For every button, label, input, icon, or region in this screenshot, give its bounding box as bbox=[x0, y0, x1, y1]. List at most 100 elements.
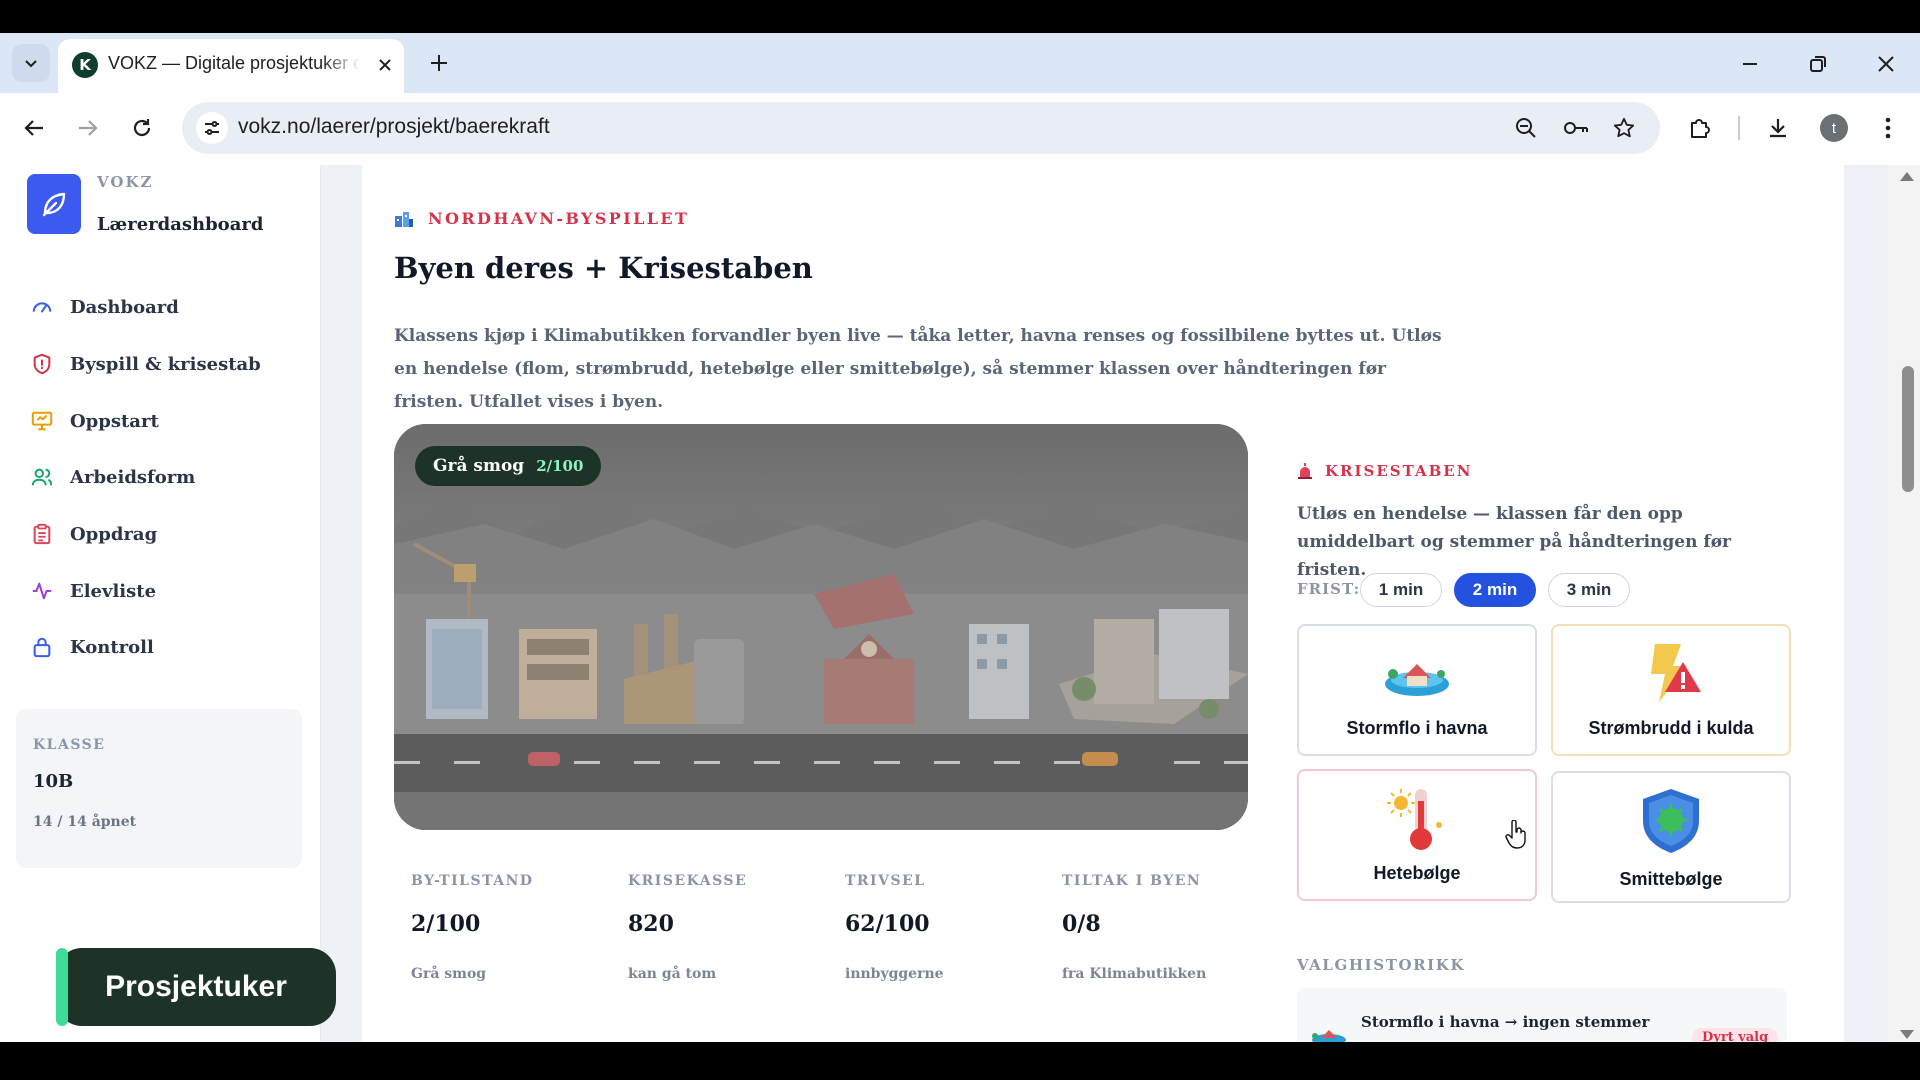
plus-icon bbox=[431, 55, 447, 71]
class-value: 10B bbox=[33, 771, 74, 792]
stat-value: 820 bbox=[628, 911, 674, 937]
sidebar-item-label: Arbeidsform bbox=[70, 466, 196, 488]
sidebar-item-label: Elevliste bbox=[70, 580, 157, 602]
restore-button[interactable] bbox=[1798, 46, 1838, 82]
close-icon bbox=[1878, 56, 1894, 72]
stat-value: 0/8 bbox=[1062, 911, 1101, 937]
event-power-outage[interactable]: Strømbrudd i kulda bbox=[1551, 624, 1791, 756]
deadline-option-2min[interactable]: 2 min bbox=[1454, 573, 1536, 607]
stat-value: 2/100 bbox=[411, 911, 481, 937]
event-label: Stormflo i havna bbox=[1346, 718, 1488, 738]
page-title: Byen deres + Krisestaben bbox=[394, 251, 813, 285]
url-text[interactable]: vokz.no/laerer/prosjekt/baerekraft bbox=[238, 115, 550, 139]
page-lead: Klassens kjøp i Klimabutikken forvandler… bbox=[394, 326, 1442, 412]
passwords-button[interactable] bbox=[1560, 112, 1592, 144]
crisis-eyebrow: KRISESTABEN bbox=[1297, 462, 1472, 480]
toolbar-separator bbox=[1738, 116, 1740, 140]
section-eyebrow: NORDHAVN-BYSPILLET bbox=[394, 209, 689, 228]
sidebar-item-elevliste[interactable]: Elevliste bbox=[28, 571, 308, 611]
stat-label: KRISEKASSE bbox=[628, 873, 748, 889]
bookmark-button[interactable] bbox=[1608, 112, 1640, 144]
class-open-count: 14 / 14 åpnet bbox=[33, 814, 137, 830]
power-outage-icon bbox=[1651, 644, 1701, 702]
event-heatwave[interactable]: Hetebølge bbox=[1297, 769, 1537, 901]
project-weeks-badge[interactable]: Prosjektuker bbox=[56, 948, 336, 1026]
close-icon bbox=[379, 59, 391, 71]
event-label: Smittebølge bbox=[1619, 869, 1723, 889]
gauge-icon bbox=[28, 293, 56, 321]
stat-sub: innbyggerne bbox=[845, 966, 944, 982]
event-storm-surge[interactable]: Stormflo i havna bbox=[1297, 624, 1537, 756]
history-item-text: Stormflo i havna → ingen stemmer bbox=[1361, 1013, 1650, 1031]
city-status-label: Grå smog bbox=[433, 456, 525, 476]
flood-house-icon bbox=[1385, 664, 1449, 696]
downloads-button[interactable] bbox=[1760, 110, 1796, 146]
stat-label: TILTAK I BYEN bbox=[1062, 873, 1202, 889]
download-icon bbox=[1770, 119, 1786, 138]
users-icon bbox=[28, 463, 56, 491]
siren-icon bbox=[1298, 463, 1312, 479]
eyebrow-text: NORDHAVN-BYSPILLET bbox=[428, 209, 690, 228]
tab-search-button[interactable] bbox=[12, 44, 50, 82]
project-weeks-accent bbox=[56, 948, 68, 1026]
scrollbar-thumb[interactable] bbox=[1902, 366, 1914, 492]
back-button[interactable] bbox=[16, 110, 52, 146]
sidebar-item-label: Oppdrag bbox=[70, 523, 158, 545]
minimize-icon bbox=[1743, 63, 1757, 65]
os-top-bar bbox=[0, 0, 1920, 33]
arrow-left-icon bbox=[24, 120, 43, 136]
restore-icon bbox=[1810, 56, 1826, 72]
stat-sub: fra Klimabutikken bbox=[1062, 966, 1207, 982]
sidebar-item-oppdrag[interactable]: Oppdrag bbox=[28, 514, 308, 554]
minimize-button[interactable] bbox=[1730, 46, 1770, 82]
tune-icon bbox=[205, 121, 219, 135]
shield-alert-icon bbox=[28, 350, 56, 378]
sidebar-item-arbeidsform[interactable]: Arbeidsform bbox=[28, 457, 308, 497]
city-status-score: 2/100 bbox=[536, 457, 584, 475]
sidebar-item-label: Kontroll bbox=[70, 636, 154, 658]
zoom-button[interactable] bbox=[1510, 112, 1542, 144]
hand-cursor-icon bbox=[1505, 820, 1526, 849]
tab-close-button[interactable] bbox=[372, 52, 398, 78]
sidebar-item-oppstart[interactable]: Oppstart bbox=[28, 401, 308, 441]
page-scrollbar[interactable] bbox=[1888, 165, 1920, 1042]
scroll-down-arrow[interactable] bbox=[1900, 1030, 1914, 1039]
stat-sub: Grå smog bbox=[411, 966, 487, 982]
chevron-down-icon bbox=[25, 60, 37, 68]
stat-label: BY-TILSTAND bbox=[411, 873, 534, 889]
close-window-button[interactable] bbox=[1866, 46, 1906, 82]
arrow-right-icon bbox=[79, 120, 98, 136]
event-epidemic[interactable]: Smittebølge bbox=[1551, 771, 1791, 903]
activity-icon bbox=[28, 577, 56, 605]
city-status-badge: Grå smog 2/100 bbox=[415, 446, 602, 486]
os-bottom-bar bbox=[0, 1042, 1920, 1080]
site-info-button[interactable] bbox=[196, 112, 228, 144]
deadline-label: FRIST: bbox=[1297, 580, 1361, 598]
deadline-option-1min[interactable]: 1 min bbox=[1360, 573, 1442, 607]
brand-name: VOKZ bbox=[97, 173, 154, 191]
sidebar-item-label: Byspill & krisestab bbox=[70, 353, 261, 375]
extensions-button[interactable] bbox=[1682, 110, 1718, 146]
scroll-up-arrow[interactable] bbox=[1900, 172, 1914, 181]
reload-icon bbox=[133, 119, 151, 137]
sidebar-item-byspill[interactable]: Byspill & krisestab bbox=[28, 344, 308, 384]
key-icon bbox=[1564, 122, 1588, 134]
virus-shield-icon bbox=[1643, 789, 1699, 853]
class-label: KLASSE bbox=[33, 737, 106, 753]
menu-button[interactable] bbox=[1870, 110, 1906, 146]
brand-logo[interactable] bbox=[27, 174, 81, 234]
stat-label: TRIVSEL bbox=[845, 873, 926, 889]
reload-button[interactable] bbox=[124, 110, 160, 146]
event-label: Hetebølge bbox=[1373, 863, 1461, 883]
forward-button[interactable] bbox=[70, 110, 106, 146]
stat-value: 62/100 bbox=[845, 911, 930, 937]
stat-sub: kan gå tom bbox=[628, 966, 717, 982]
sidebar-item-dashboard[interactable]: Dashboard bbox=[28, 287, 308, 327]
profile-avatar[interactable]: t bbox=[1820, 114, 1848, 142]
star-icon bbox=[1613, 117, 1635, 138]
new-tab-button[interactable] bbox=[424, 48, 454, 78]
puzzle-icon bbox=[1691, 119, 1710, 138]
sidebar-item-kontroll[interactable]: Kontroll bbox=[28, 627, 308, 667]
deadline-option-3min[interactable]: 3 min bbox=[1548, 573, 1630, 607]
event-label: Strømbrudd i kulda bbox=[1588, 718, 1754, 738]
